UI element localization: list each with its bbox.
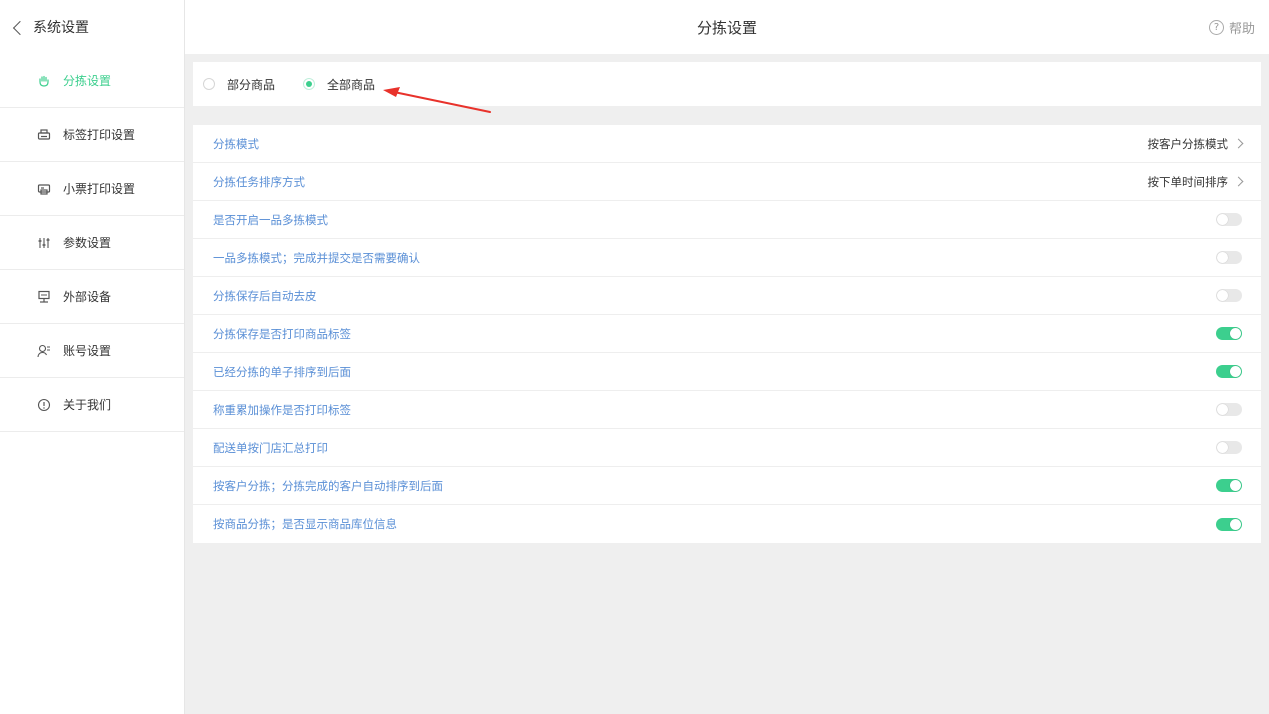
radio-label: 全部商品 — [327, 77, 376, 92]
radio-partial-goods[interactable]: 部分商品 — [203, 76, 275, 93]
setting-value: 按下单时间排序 — [1147, 174, 1229, 189]
setting-label: 分拣任务排序方式 — [213, 174, 305, 189]
setting-show-storage-location: 按商品分拣；是否显示商品库位信息 — [193, 505, 1261, 543]
sorting-mode-select[interactable]: 按客户分拣模式 — [1147, 136, 1244, 152]
sidebar-item-receipt-print[interactable]: 小票打印设置 — [0, 162, 184, 216]
delivery-store-summary-toggle[interactable] — [1216, 441, 1242, 454]
info-icon — [37, 398, 51, 411]
show-storage-location-toggle[interactable] — [1216, 517, 1242, 531]
setting-value: 按客户分拣模式 — [1147, 136, 1229, 151]
title-area: 分拣设置 — [185, 0, 1269, 54]
setting-label: 配送单按门店汇总打印 — [213, 440, 328, 455]
setting-auto-tare: 分拣保存后自动去皮 — [193, 277, 1261, 315]
sidebar-item-label: 外部设备 — [63, 290, 112, 304]
sidebar-item-external-devices[interactable]: 外部设备 — [0, 270, 184, 324]
sidebar: 分拣设置 标签打印设置 小票打印设置 参数设置 外部设备 账号设置 关于我们 — [0, 54, 185, 714]
sidebar-item-label: 标签打印设置 — [63, 128, 136, 142]
chevron-left-icon — [12, 20, 28, 35]
sorted-to-end-toggle[interactable] — [1216, 365, 1242, 378]
setting-sorted-to-end: 已经分拣的单子排序到后面 — [193, 353, 1261, 391]
setting-label: 分拣保存后自动去皮 — [213, 288, 317, 303]
sidebar-item-parameters[interactable]: 参数设置 — [0, 216, 184, 270]
settings-list: 分拣模式 按客户分拣模式 分拣任务排序方式 按下单时间排序 是否开启一品多拣模式… — [193, 125, 1261, 543]
weigh-accumulate-print-toggle[interactable] — [1216, 403, 1242, 416]
chevron-right-icon — [1233, 138, 1244, 149]
sidebar-item-label: 参数设置 — [63, 236, 112, 250]
radio-all-goods[interactable]: 全部商品 — [303, 76, 375, 93]
radio-unchecked-icon — [203, 78, 215, 90]
multi-pick-toggle[interactable] — [1216, 213, 1242, 226]
setting-sorting-mode[interactable]: 分拣模式 按客户分拣模式 — [193, 125, 1261, 163]
scope-radio-group: 部分商品 全部商品 — [193, 62, 1261, 106]
sidebar-item-label: 分拣设置 — [63, 74, 112, 88]
device-icon — [38, 290, 50, 303]
setting-label: 按客户分拣；分拣完成的客户自动排序到后面 — [213, 478, 443, 493]
multi-pick-confirm-toggle[interactable] — [1216, 251, 1242, 264]
top-bar: 系统设置 分拣设置 ? 帮助 — [0, 0, 1269, 54]
customer-auto-sort-toggle[interactable] — [1216, 479, 1242, 492]
setting-label: 称重累加操作是否打印标签 — [213, 402, 351, 417]
chevron-right-icon — [1233, 176, 1244, 187]
user-icon — [37, 344, 50, 357]
setting-weigh-accumulate-print: 称重累加操作是否打印标签 — [193, 391, 1261, 429]
setting-multi-pick-confirm: 一品多拣模式；完成并提交是否需要确认 — [193, 239, 1261, 277]
receipt-printer-icon — [37, 183, 51, 195]
sliders-icon — [38, 237, 50, 248]
setting-label: 分拣保存是否打印商品标签 — [213, 326, 351, 341]
sidebar-item-label: 关于我们 — [63, 398, 112, 412]
back-label: 系统设置 — [33, 20, 89, 36]
print-goods-label-toggle[interactable] — [1216, 327, 1242, 340]
back-button[interactable]: 系统设置 — [0, 0, 185, 54]
setting-label: 已经分拣的单子排序到后面 — [213, 364, 351, 379]
auto-tare-toggle[interactable] — [1216, 289, 1242, 302]
task-sort-select[interactable]: 按下单时间排序 — [1147, 174, 1244, 190]
sidebar-item-about[interactable]: 关于我们 — [0, 378, 184, 432]
sidebar-item-label: 小票打印设置 — [63, 182, 136, 196]
setting-label: 按商品分拣；是否显示商品库位信息 — [213, 517, 397, 531]
setting-multi-pick: 是否开启一品多拣模式 — [193, 201, 1261, 239]
setting-delivery-store-summary: 配送单按门店汇总打印 — [193, 429, 1261, 467]
help-button[interactable]: ? 帮助 — [1208, 0, 1255, 54]
setting-customer-auto-sort: 按客户分拣；分拣完成的客户自动排序到后面 — [193, 467, 1261, 505]
sidebar-item-sorting[interactable]: 分拣设置 — [0, 54, 184, 108]
radio-label: 部分商品 — [227, 77, 276, 92]
setting-label: 是否开启一品多拣模式 — [213, 212, 328, 227]
setting-label: 分拣模式 — [213, 136, 259, 151]
setting-print-goods-label: 分拣保存是否打印商品标签 — [193, 315, 1261, 353]
setting-task-sort[interactable]: 分拣任务排序方式 按下单时间排序 — [193, 163, 1261, 201]
help-label: 帮助 — [1228, 21, 1255, 37]
sidebar-item-label-print[interactable]: 标签打印设置 — [0, 108, 184, 162]
sidebar-item-account[interactable]: 账号设置 — [0, 324, 184, 378]
setting-label: 一品多拣模式；完成并提交是否需要确认 — [213, 250, 420, 265]
radio-checked-icon — [303, 78, 316, 90]
question-circle-icon: ? — [1208, 19, 1224, 35]
hand-icon — [39, 75, 49, 87]
printer-icon — [37, 128, 51, 140]
sidebar-item-label: 账号设置 — [63, 344, 112, 358]
page-title: 分拣设置 — [696, 18, 757, 37]
